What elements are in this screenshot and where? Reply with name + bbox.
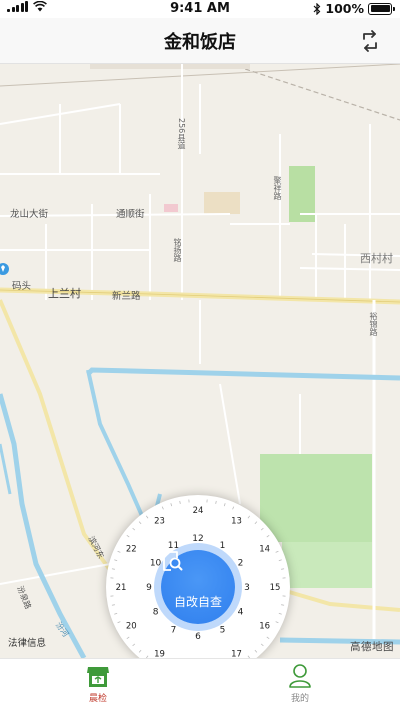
dial-outer-hour: 16 bbox=[259, 622, 270, 632]
dial-inner-hour: 2 bbox=[238, 559, 244, 569]
dial-inner-hour: 9 bbox=[146, 583, 152, 593]
tab-morning-check[interactable]: 晨检 bbox=[58, 663, 138, 704]
legal-info-link[interactable]: 法律信息 bbox=[8, 635, 46, 649]
tab-label: 晨检 bbox=[88, 694, 107, 704]
dial-minute-tick bbox=[260, 527, 264, 531]
tab-bar: 晨检 我的 bbox=[0, 658, 400, 710]
dial-outer-hour: 23 bbox=[154, 516, 165, 526]
dial-minute-tick bbox=[138, 649, 142, 653]
dial-minute-tick bbox=[161, 506, 164, 510]
map-label: 西村村 bbox=[360, 252, 393, 265]
dial-minute-tick bbox=[266, 636, 270, 640]
dial-minute-tick bbox=[275, 621, 279, 624]
dial-minute-tick bbox=[126, 636, 130, 640]
river-channel bbox=[86, 367, 400, 381]
dial-minute-tick bbox=[266, 534, 270, 538]
dial-outer-hour: 22 bbox=[126, 545, 137, 555]
dial-minute-tick bbox=[132, 643, 136, 647]
battery-fill bbox=[370, 5, 390, 12]
dial-minute-tick bbox=[117, 621, 121, 624]
nav-bar: 金和饭店 bbox=[0, 18, 400, 64]
wharf-marker bbox=[0, 263, 9, 275]
green-area-lower bbox=[282, 542, 372, 588]
self-check-label: 自改自查 bbox=[173, 595, 222, 609]
map-label: 铭扬路 bbox=[173, 238, 182, 262]
page-title: 金和饭店 bbox=[164, 32, 236, 53]
dial-inner-hour: 7 bbox=[171, 626, 177, 636]
dial-minute-tick bbox=[132, 527, 136, 531]
battery-icon bbox=[368, 2, 395, 15]
dial-minute-tick bbox=[145, 515, 149, 519]
dial-inner-hour: 8 bbox=[153, 608, 159, 618]
status-right: 100% bbox=[313, 1, 395, 16]
map-label: 聚祥路 bbox=[273, 176, 282, 200]
dial-inner-hour: 10 bbox=[150, 559, 162, 569]
river-fenhe bbox=[0, 393, 87, 658]
time-dial[interactable]: 241314151617181920212223121234567891011 … bbox=[106, 495, 290, 679]
tab-mine[interactable]: 我的 bbox=[260, 663, 340, 704]
map-credit: 高德地图 bbox=[350, 641, 394, 653]
dial-minute-tick bbox=[170, 503, 173, 507]
dial-minute-tick bbox=[275, 550, 279, 553]
map-label: 256县道 bbox=[177, 118, 186, 150]
self-check-button[interactable]: 自改自查 bbox=[161, 550, 235, 624]
map-label: 龙山大街 bbox=[10, 209, 49, 220]
switch-arrows-icon[interactable] bbox=[358, 29, 382, 53]
map-label: 通顺街 bbox=[116, 209, 145, 220]
dial-minute-tick bbox=[114, 612, 118, 615]
map-label: 上兰村 bbox=[48, 287, 81, 300]
dial-minute-tick bbox=[260, 643, 264, 647]
dial-inner-hour: 6 bbox=[195, 632, 201, 642]
dial-outer-hour: 21 bbox=[116, 583, 127, 593]
bluetooth-icon bbox=[313, 2, 321, 15]
dial-minute-tick bbox=[232, 506, 235, 510]
dial-outer-hour: 20 bbox=[126, 622, 137, 632]
dial-minute-tick bbox=[247, 515, 251, 519]
road-diagonal bbox=[0, 299, 122, 586]
search-document-icon bbox=[163, 551, 183, 571]
person-icon bbox=[289, 664, 311, 688]
dial-minute-tick bbox=[254, 521, 258, 525]
map-label: 新兰路 bbox=[112, 291, 141, 302]
dial-minute-tick bbox=[114, 559, 118, 562]
dial-outer-hour: 14 bbox=[259, 545, 270, 555]
dial-minute-tick bbox=[179, 500, 181, 504]
status-bar: 9:41 AM 100% bbox=[0, 0, 400, 18]
dial-inner-hour: 4 bbox=[238, 608, 244, 618]
building-tan bbox=[204, 192, 240, 214]
dial-minute-tick bbox=[117, 550, 121, 553]
dial-outer-hour: 24 bbox=[193, 506, 204, 516]
dial-minute-tick bbox=[254, 649, 258, 653]
dial-outer-hour: 15 bbox=[270, 583, 281, 593]
dial-minute-tick bbox=[281, 604, 285, 606]
dial-minute-tick bbox=[281, 568, 285, 570]
dial-inner-hour: 3 bbox=[244, 583, 250, 593]
dial-minute-tick bbox=[111, 604, 115, 606]
dial-inner-hour: 1 bbox=[220, 541, 226, 551]
dial-minute-tick bbox=[126, 534, 130, 538]
dial-minute-tick bbox=[223, 503, 226, 507]
dial-inner-hour: 12 bbox=[192, 534, 203, 544]
dial-minute-tick bbox=[215, 500, 217, 504]
rail-diagonal bbox=[229, 64, 400, 121]
map-label: 码头 bbox=[12, 281, 32, 292]
dial-minute-tick bbox=[278, 612, 282, 615]
store-icon bbox=[87, 667, 109, 687]
dial-outer-hour: 13 bbox=[231, 516, 242, 526]
battery-percent: 100% bbox=[325, 1, 364, 16]
dial-minute-tick bbox=[138, 521, 142, 525]
building-pink bbox=[164, 204, 178, 212]
map-label: 裕锦路 bbox=[369, 312, 378, 336]
dial-minute-tick bbox=[278, 559, 282, 562]
dial-minute-tick bbox=[111, 568, 115, 570]
tab-label: 我的 bbox=[290, 694, 309, 704]
dial-inner-hour: 5 bbox=[220, 626, 226, 636]
